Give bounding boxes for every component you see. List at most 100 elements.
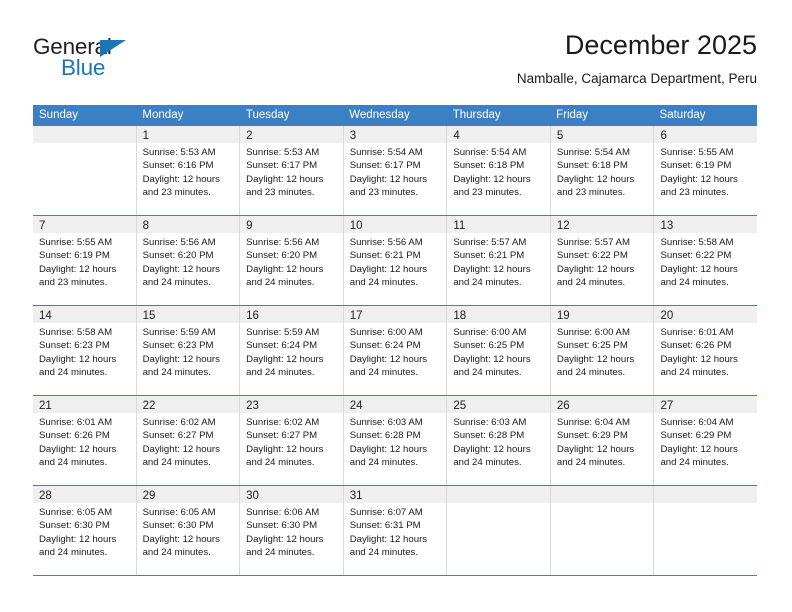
calendar-page: General Blue December 2025 Namballe, Caj… bbox=[0, 0, 792, 612]
daylight-text-line1: Daylight: 12 hours bbox=[453, 173, 531, 185]
daylight-text-line1: Daylight: 12 hours bbox=[39, 443, 117, 455]
sunrise-text: Sunrise: 6:03 AM bbox=[453, 417, 527, 428]
weekday-header-sunday: Sunday bbox=[39, 109, 79, 121]
day-number-bar: 15 bbox=[136, 306, 240, 323]
sunset-text: Sunset: 6:25 PM bbox=[556, 340, 628, 352]
day-cell[interactable]: 17 Sunrise: 6:00 AM Sunset: 6:24 PM Dayl… bbox=[343, 306, 448, 395]
day-number-bar: 16 bbox=[240, 306, 343, 323]
day-cell[interactable]: 5 Sunrise: 5:54 AM Sunset: 6:18 PM Dayli… bbox=[550, 126, 655, 215]
day-number-bar: 3 bbox=[343, 126, 447, 143]
day-number: 2 bbox=[246, 130, 253, 142]
day-cell[interactable]: 1 Sunrise: 5:53 AM Sunset: 6:16 PM Dayli… bbox=[136, 126, 241, 215]
sunset-text: Sunset: 6:29 PM bbox=[556, 430, 628, 442]
day-cell-empty bbox=[654, 486, 758, 575]
sunrise-text: Sunrise: 6:05 AM bbox=[39, 507, 113, 518]
day-cell[interactable]: 10 Sunrise: 5:56 AM Sunset: 6:21 PM Dayl… bbox=[343, 216, 448, 305]
day-number-bar: 21 bbox=[33, 396, 136, 413]
day-cell[interactable]: 7 Sunrise: 5:55 AM Sunset: 6:19 PM Dayli… bbox=[33, 216, 137, 305]
day-cell[interactable]: 31 Sunrise: 6:07 AM Sunset: 6:31 PM Dayl… bbox=[343, 486, 448, 575]
weekday-header-saturday: Saturday bbox=[659, 109, 706, 121]
day-cell[interactable]: 9 Sunrise: 5:56 AM Sunset: 6:20 PM Dayli… bbox=[240, 216, 344, 305]
daylight-text-line2: and 24 minutes. bbox=[39, 547, 108, 559]
sunrise-text: Sunrise: 5:59 AM bbox=[142, 327, 216, 338]
day-number-bar: 30 bbox=[240, 486, 343, 503]
daylight-text-line2: and 24 minutes. bbox=[556, 457, 626, 469]
day-cell[interactable]: 2 Sunrise: 5:53 AM Sunset: 6:17 PM Dayli… bbox=[240, 126, 344, 215]
daylight-text-line2: and 24 minutes. bbox=[246, 457, 315, 469]
sunset-text: Sunset: 6:19 PM bbox=[660, 160, 732, 172]
day-cell[interactable]: 28 Sunrise: 6:05 AM Sunset: 6:30 PM Dayl… bbox=[33, 486, 137, 575]
day-cell[interactable]: 3 Sunrise: 5:54 AM Sunset: 6:17 PM Dayli… bbox=[343, 126, 448, 215]
daylight-text-line2: and 24 minutes. bbox=[246, 547, 315, 559]
day-number: 30 bbox=[246, 490, 259, 502]
sunset-text: Sunset: 6:27 PM bbox=[142, 430, 214, 442]
sunrise-text: Sunrise: 5:54 AM bbox=[556, 147, 630, 158]
day-cell[interactable]: 4 Sunrise: 5:54 AM Sunset: 6:18 PM Dayli… bbox=[447, 126, 551, 215]
day-cell[interactable]: 30 Sunrise: 6:06 AM Sunset: 6:30 PM Dayl… bbox=[240, 486, 344, 575]
day-cell[interactable]: 13 Sunrise: 5:58 AM Sunset: 6:22 PM Dayl… bbox=[654, 216, 758, 305]
day-cell[interactable]: 11 Sunrise: 5:57 AM Sunset: 6:21 PM Dayl… bbox=[447, 216, 551, 305]
daylight-text-line1: Daylight: 12 hours bbox=[660, 443, 738, 455]
daylight-text-line2: and 23 minutes. bbox=[39, 277, 108, 289]
day-cell[interactable]: 8 Sunrise: 5:56 AM Sunset: 6:20 PM Dayli… bbox=[136, 216, 241, 305]
day-cell[interactable]: 24 Sunrise: 6:03 AM Sunset: 6:28 PM Dayl… bbox=[343, 396, 448, 485]
general-blue-logo[interactable]: General Blue bbox=[33, 34, 223, 90]
daylight-text-line2: and 24 minutes. bbox=[39, 457, 108, 469]
sunset-text: Sunset: 6:17 PM bbox=[349, 160, 421, 172]
daylight-text-line1: Daylight: 12 hours bbox=[453, 263, 531, 275]
sunrise-text: Sunrise: 5:58 AM bbox=[39, 327, 113, 338]
sunrise-text: Sunrise: 6:00 AM bbox=[349, 327, 423, 338]
daylight-text-line2: and 24 minutes. bbox=[453, 277, 522, 289]
location-subtitle: Namballe, Cajamarca Department, Peru bbox=[516, 71, 757, 86]
day-number: 23 bbox=[246, 400, 259, 412]
day-number: 8 bbox=[142, 220, 149, 232]
daylight-text-line2: and 24 minutes. bbox=[349, 367, 419, 379]
daylight-text-line1: Daylight: 12 hours bbox=[349, 353, 428, 365]
day-cell[interactable]: 19 Sunrise: 6:00 AM Sunset: 6:25 PM Dayl… bbox=[550, 306, 655, 395]
day-number: 18 bbox=[453, 310, 467, 322]
day-cell[interactable]: 6 Sunrise: 5:55 AM Sunset: 6:19 PM Dayli… bbox=[654, 126, 758, 215]
day-cell[interactable]: 22 Sunrise: 6:02 AM Sunset: 6:27 PM Dayl… bbox=[136, 396, 241, 485]
day-cell[interactable]: 23 Sunrise: 6:02 AM Sunset: 6:27 PM Dayl… bbox=[240, 396, 344, 485]
day-cell[interactable]: 27 Sunrise: 6:04 AM Sunset: 6:29 PM Dayl… bbox=[654, 396, 758, 485]
sunset-text: Sunset: 6:24 PM bbox=[246, 340, 318, 352]
day-details: Sunrise: 5:54 AM Sunset: 6:18 PM Dayligh… bbox=[551, 143, 654, 200]
day-number-bar: 29 bbox=[136, 486, 240, 503]
day-cell[interactable]: 20 Sunrise: 6:01 AM Sunset: 6:26 PM Dayl… bbox=[654, 306, 758, 395]
sunset-text: Sunset: 6:24 PM bbox=[349, 340, 421, 352]
sunset-text: Sunset: 6:30 PM bbox=[142, 520, 214, 532]
daylight-text-line2: and 24 minutes. bbox=[660, 457, 729, 469]
day-number: 7 bbox=[39, 220, 46, 232]
day-cell[interactable]: 12 Sunrise: 5:57 AM Sunset: 6:22 PM Dayl… bbox=[550, 216, 655, 305]
daylight-text-line2: and 23 minutes. bbox=[246, 187, 315, 199]
day-number-bar: 5 bbox=[550, 126, 654, 143]
daylight-text-line1: Daylight: 12 hours bbox=[453, 353, 531, 365]
sunrise-text: Sunrise: 5:56 AM bbox=[246, 237, 320, 248]
week-row: 14 Sunrise: 5:58 AM Sunset: 6:23 PM Dayl… bbox=[33, 306, 758, 396]
day-number: 6 bbox=[660, 130, 667, 142]
sunset-text: Sunset: 6:17 PM bbox=[246, 160, 318, 172]
day-cell[interactable]: 26 Sunrise: 6:04 AM Sunset: 6:29 PM Dayl… bbox=[550, 396, 655, 485]
sunset-text: Sunset: 6:19 PM bbox=[39, 250, 110, 262]
day-cell[interactable]: 15 Sunrise: 5:59 AM Sunset: 6:23 PM Dayl… bbox=[136, 306, 241, 395]
day-cell[interactable]: 29 Sunrise: 6:05 AM Sunset: 6:30 PM Dayl… bbox=[136, 486, 241, 575]
day-cell[interactable]: 21 Sunrise: 6:01 AM Sunset: 6:26 PM Dayl… bbox=[33, 396, 137, 485]
sunset-text: Sunset: 6:31 PM bbox=[349, 520, 421, 532]
sunset-text: Sunset: 6:29 PM bbox=[660, 430, 732, 442]
day-details: Sunrise: 6:01 AM Sunset: 6:26 PM Dayligh… bbox=[33, 413, 136, 470]
day-details: Sunrise: 6:01 AM Sunset: 6:26 PM Dayligh… bbox=[654, 323, 757, 380]
day-cell[interactable]: 16 Sunrise: 5:59 AM Sunset: 6:24 PM Dayl… bbox=[240, 306, 344, 395]
daylight-text-line1: Daylight: 12 hours bbox=[556, 353, 635, 365]
day-number-bar bbox=[654, 486, 758, 503]
day-number-bar: 9 bbox=[240, 216, 343, 233]
daylight-text-line2: and 24 minutes. bbox=[556, 277, 626, 289]
weekday-header-wednesday: Wednesday bbox=[349, 109, 410, 121]
weekday-header-monday: Monday bbox=[142, 109, 184, 121]
daylight-text-line2: and 23 minutes. bbox=[349, 187, 419, 199]
daylight-text-line1: Daylight: 12 hours bbox=[39, 533, 117, 545]
day-cell[interactable]: 25 Sunrise: 6:03 AM Sunset: 6:28 PM Dayl… bbox=[447, 396, 551, 485]
weekday-header-row: Sunday Monday Tuesday Wednesday Thursday… bbox=[33, 105, 757, 126]
day-details: Sunrise: 6:00 AM Sunset: 6:25 PM Dayligh… bbox=[551, 323, 654, 380]
day-cell[interactable]: 18 Sunrise: 6:00 AM Sunset: 6:25 PM Dayl… bbox=[447, 306, 551, 395]
day-cell[interactable]: 14 Sunrise: 5:58 AM Sunset: 6:23 PM Dayl… bbox=[33, 306, 137, 395]
